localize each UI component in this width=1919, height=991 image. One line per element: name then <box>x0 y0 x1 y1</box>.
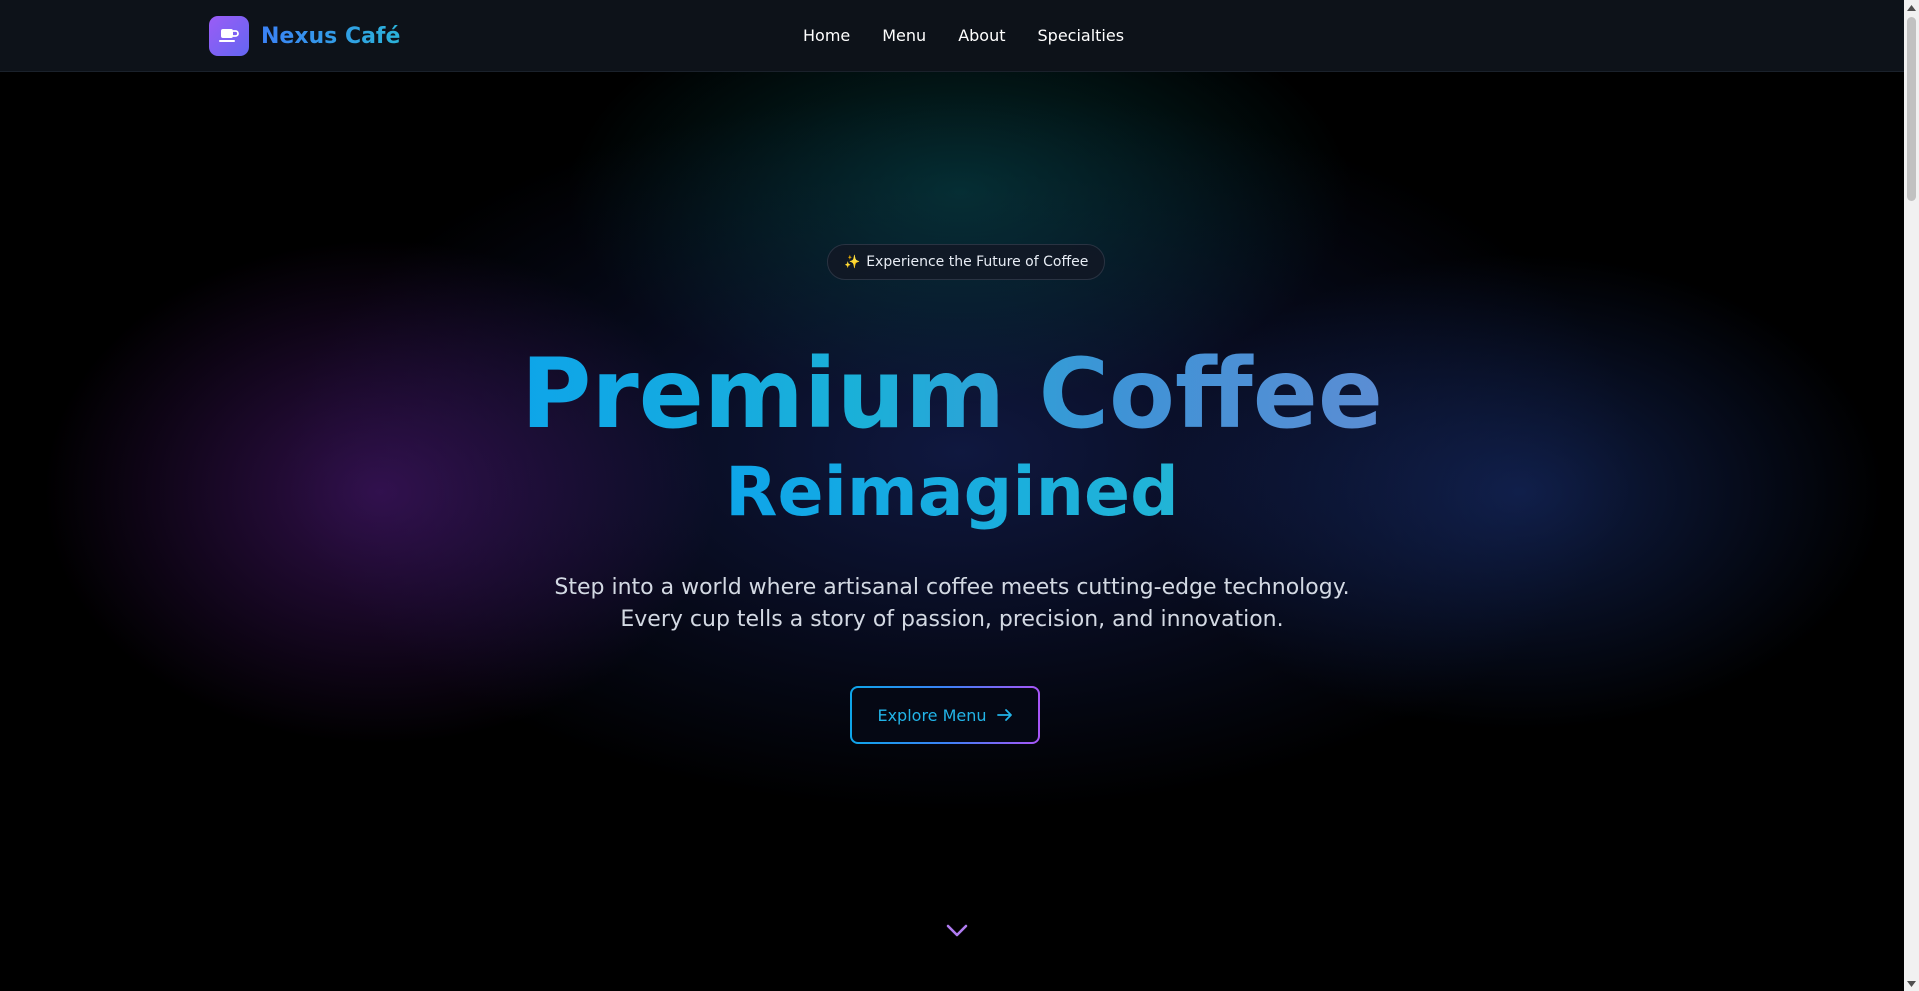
hero-subtitle: Step into a world where artisanal coffee… <box>0 572 1904 636</box>
hero-title-line1: Premium Coffee <box>521 338 1383 450</box>
nav-link-specialties[interactable]: Specialties <box>1038 24 1125 48</box>
hero-section: ✨ Experience the Future of Coffee Premiu… <box>0 72 1904 991</box>
explore-menu-label: Explore Menu <box>877 705 987 725</box>
chevron-down-icon <box>946 924 968 937</box>
scroll-down-button[interactable] <box>944 920 970 940</box>
nav-link-menu[interactable]: Menu <box>882 24 926 48</box>
nav-link-home[interactable]: Home <box>803 24 850 48</box>
hero-title: Premium Coffee <box>0 334 1904 454</box>
hero-subtitle-line1: Step into a world where artisanal coffee… <box>554 575 1350 600</box>
hero-badge-text: Experience the Future of Coffee <box>866 254 1089 270</box>
explore-menu-button[interactable]: Explore Menu <box>850 686 1040 744</box>
navbar: Nexus Café Home Menu About Specialties <box>0 0 1904 72</box>
scroll-up-arrow-icon[interactable] <box>1904 0 1919 15</box>
hero-badge: ✨ Experience the Future of Coffee <box>827 244 1106 280</box>
scrollbar-thumb[interactable] <box>1907 17 1916 201</box>
main-nav: Home Menu About Specialties <box>803 24 1124 48</box>
coffee-cup-icon <box>209 16 249 56</box>
hero-subtitle-line2: Every cup tells a story of passion, prec… <box>620 607 1284 632</box>
hero-title-line2-wrap: Reimagined <box>0 450 1904 536</box>
brand-logo[interactable]: Nexus Café <box>209 16 400 56</box>
sparkles-icon: ✨ <box>844 254 861 270</box>
brand-name: Nexus Café <box>261 23 401 49</box>
nav-link-about[interactable]: About <box>958 24 1005 48</box>
hero-title-line2: Reimagined <box>725 453 1179 532</box>
page: Nexus Café Home Menu About Specialties ✨… <box>0 0 1919 991</box>
explore-menu-button-inner[interactable]: Explore Menu <box>852 688 1038 742</box>
page-scrollbar[interactable] <box>1904 0 1919 991</box>
arrow-right-icon <box>996 709 1012 721</box>
scroll-down-arrow-icon[interactable] <box>1904 976 1919 991</box>
